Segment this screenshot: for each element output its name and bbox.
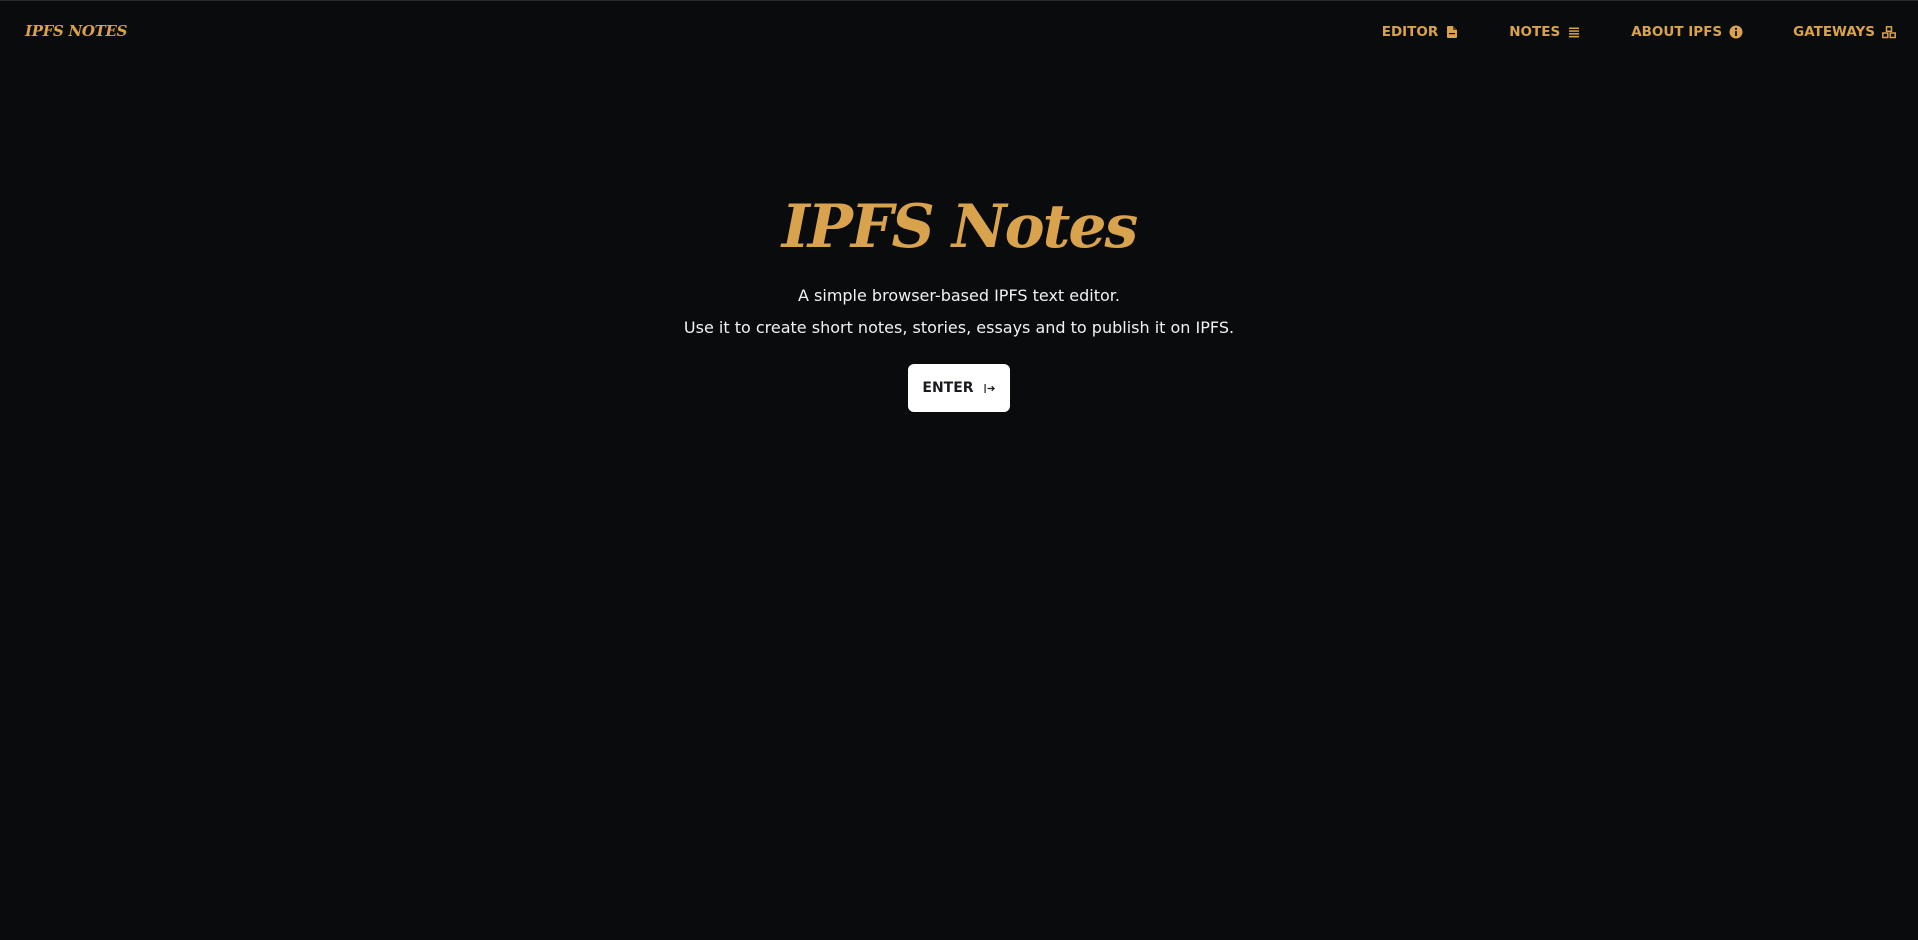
nav-item-label: NOTES <box>1509 24 1561 40</box>
nav-item-label: EDITOR <box>1381 24 1439 40</box>
logo[interactable]: IPFS NOTES <box>25 22 128 40</box>
page: IPFS NOTES EDITOR NOTES ABOUT IPFS GATEW… <box>0 0 1918 940</box>
enter-button-label: ENTER <box>922 380 974 396</box>
nav-item-about-ipfs[interactable]: ABOUT IPFS <box>1631 24 1743 40</box>
nav-item-label: ABOUT IPFS <box>1631 24 1723 40</box>
nav-item-notes[interactable]: NOTES <box>1509 24 1581 40</box>
hero-section: IPFS Notes A simple browser-based IPFS t… <box>0 191 1918 412</box>
file-icon <box>1445 25 1459 39</box>
hero-title: IPFS Notes <box>781 192 1139 262</box>
hero-description-line-2: Use it to create short notes, stories, e… <box>683 318 1235 337</box>
top-navbar: IPFS NOTES EDITOR NOTES ABOUT IPFS GATEW… <box>0 1 1918 65</box>
enter-button[interactable]: ENTER <box>908 364 1010 412</box>
hero-description-line-1: A simple browser-based IPFS text editor. <box>798 286 1120 305</box>
list-icon <box>1567 25 1581 39</box>
nav-item-editor[interactable]: EDITOR <box>1382 24 1460 40</box>
cubes-icon <box>1882 25 1896 39</box>
info-icon <box>1729 25 1743 39</box>
nav-item-gateways[interactable]: GATEWAYS <box>1793 24 1896 40</box>
sign-in-icon <box>984 382 996 394</box>
main-nav: EDITOR NOTES ABOUT IPFS GATEWAYS <box>1382 24 1896 40</box>
nav-item-label: GATEWAYS <box>1793 24 1875 40</box>
